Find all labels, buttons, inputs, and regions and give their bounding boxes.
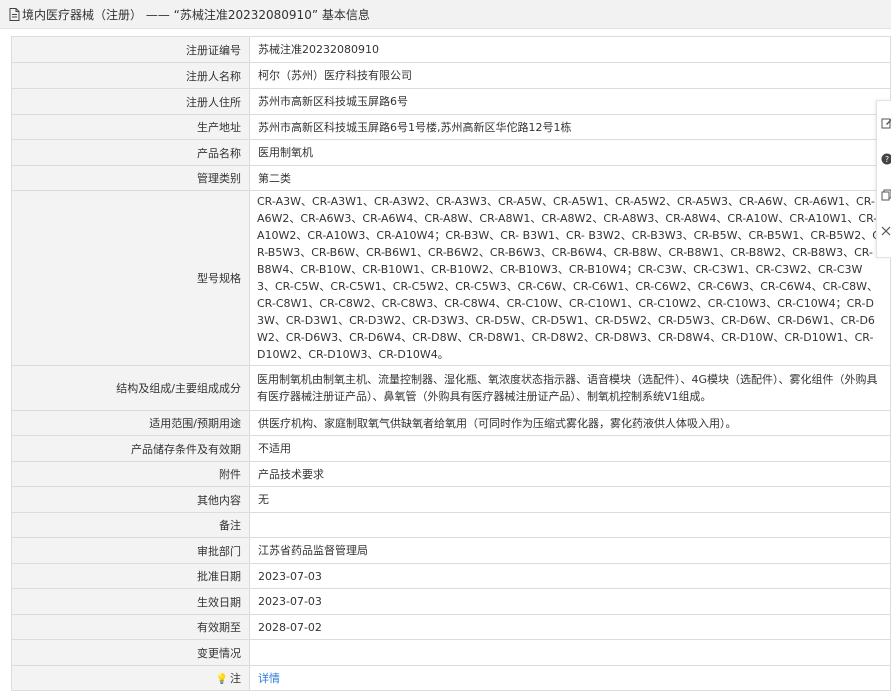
help-icon[interactable]: ? — [881, 151, 891, 167]
note-label-text: 注 — [230, 672, 241, 685]
field-label: 产品储存条件及有效期 — [12, 436, 250, 462]
field-value: 医用制氧机由制氧主机、流量控制器、湿化瓶、氧浓度状态指示器、语音模块（选配件）、… — [250, 366, 891, 411]
close-icon[interactable] — [881, 223, 891, 239]
field-label: 适用范围/预期用途 — [12, 411, 250, 436]
table-row: 生产地址 苏州市高新区科技城玉屏路6号1号楼,苏州高新区华佗路12号1栋 — [12, 115, 891, 140]
field-label: 备注 — [12, 513, 250, 538]
field-label: 其他内容 — [12, 487, 250, 513]
note-value: 详情 — [250, 666, 891, 691]
registration-info-table: 注册证编号 苏械注准20232080910 注册人名称 柯尔（苏州）医疗科技有限… — [11, 36, 891, 691]
table-row: 管理类别 第二类 — [12, 166, 891, 191]
table-row: 变更情况 — [12, 640, 891, 666]
lightbulb-icon: 💡 — [216, 674, 228, 685]
table-row: 适用范围/预期用途 供医疗机构、家庭制取氧气供缺氧者给氧用（可同时作为压缩式雾化… — [12, 411, 891, 436]
field-label: 变更情况 — [12, 640, 250, 666]
table-row: 产品名称 医用制氧机 — [12, 140, 891, 166]
field-value: 2023-07-03 — [250, 589, 891, 615]
field-value: CR-A3W、CR-A3W1、CR-A3W2、CR-A3W3、CR-A5W、CR… — [250, 191, 891, 366]
field-value — [250, 513, 891, 538]
field-label: 有效期至 — [12, 615, 250, 640]
table-row: 附件 产品技术要求 — [12, 462, 891, 487]
note-label: 💡注 — [12, 666, 250, 691]
svg-text:?: ? — [885, 155, 889, 164]
field-value: 供医疗机构、家庭制取氧气供缺氧者给氧用（可同时作为压缩式雾化器，雾化药液供人体吸… — [250, 411, 891, 436]
details-link[interactable]: 详情 — [258, 672, 280, 685]
edit-icon[interactable] — [881, 115, 891, 131]
table-row: 产品储存条件及有效期 不适用 — [12, 436, 891, 462]
field-value: 江苏省药品监督管理局 — [250, 538, 891, 564]
table-row: 💡注 详情 — [12, 666, 891, 691]
field-label: 注册证编号 — [12, 37, 250, 63]
field-value: 无 — [250, 487, 891, 513]
field-value: 第二类 — [250, 166, 891, 191]
table-row: 备注 — [12, 513, 891, 538]
floating-toolbar: ? — [876, 100, 891, 258]
field-label: 结构及组成/主要组成成分 — [12, 366, 250, 411]
field-value: 苏州市高新区科技城玉屏路6号1号楼,苏州高新区华佗路12号1栋 — [250, 115, 891, 140]
table-row: 生效日期 2023-07-03 — [12, 589, 891, 615]
field-label: 生产地址 — [12, 115, 250, 140]
table-row: 注册人住所 苏州市高新区科技城玉屏路6号 — [12, 89, 891, 115]
document-icon — [9, 8, 20, 21]
table-row: 注册人名称 柯尔（苏州）医疗科技有限公司 — [12, 63, 891, 89]
table-row: 审批部门 江苏省药品监督管理局 — [12, 538, 891, 564]
field-value: 不适用 — [250, 436, 891, 462]
field-value: 产品技术要求 — [250, 462, 891, 487]
field-label: 管理类别 — [12, 166, 250, 191]
copy-icon[interactable] — [881, 187, 891, 203]
field-value: 2023-07-03 — [250, 564, 891, 589]
field-label: 注册人名称 — [12, 63, 250, 89]
page-title: 境内医疗器械（注册） —— “苏械注准20232080910” 基本信息 — [22, 6, 370, 23]
table-row: 型号规格 CR-A3W、CR-A3W1、CR-A3W2、CR-A3W3、CR-A… — [12, 191, 891, 366]
table-row: 有效期至 2028-07-02 — [12, 615, 891, 640]
field-value: 苏州市高新区科技城玉屏路6号 — [250, 89, 891, 115]
field-label: 产品名称 — [12, 140, 250, 166]
field-label: 生效日期 — [12, 589, 250, 615]
page-header: 境内医疗器械（注册） —— “苏械注准20232080910” 基本信息 — [0, 0, 891, 29]
table-row: 其他内容 无 — [12, 487, 891, 513]
field-value: 苏械注准20232080910 — [250, 37, 891, 63]
field-value — [250, 640, 891, 666]
field-value: 2028-07-02 — [250, 615, 891, 640]
table-row: 注册证编号 苏械注准20232080910 — [12, 37, 891, 63]
field-label: 批准日期 — [12, 564, 250, 589]
field-value: 柯尔（苏州）医疗科技有限公司 — [250, 63, 891, 89]
table-row: 结构及组成/主要组成成分 医用制氧机由制氧主机、流量控制器、湿化瓶、氧浓度状态指… — [12, 366, 891, 411]
field-label: 附件 — [12, 462, 250, 487]
field-label: 型号规格 — [12, 191, 250, 366]
table-row: 批准日期 2023-07-03 — [12, 564, 891, 589]
field-value: 医用制氧机 — [250, 140, 891, 166]
field-label: 注册人住所 — [12, 89, 250, 115]
field-label: 审批部门 — [12, 538, 250, 564]
